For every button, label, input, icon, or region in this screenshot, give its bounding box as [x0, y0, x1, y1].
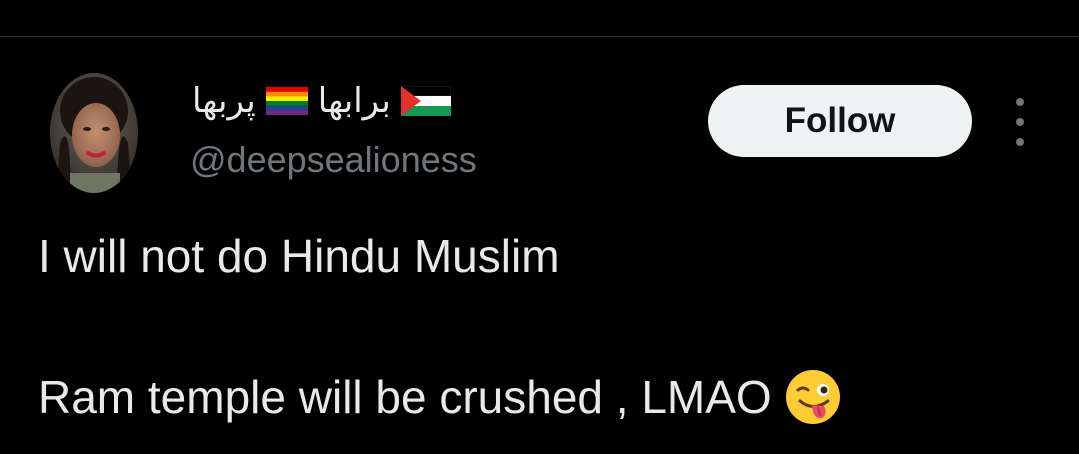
palestine-flag-icon	[400, 86, 451, 116]
more-vertical-icon[interactable]	[1003, 98, 1037, 146]
display-name-part-1: پربھا	[192, 81, 256, 121]
more-dot	[1016, 98, 1024, 106]
more-dot	[1016, 138, 1024, 146]
more-dot	[1016, 118, 1024, 126]
tweet-text-line-2: Ram temple will be crushed , LMAO	[38, 371, 772, 423]
user-handle[interactable]: @deepsealioness	[190, 138, 477, 182]
display-name[interactable]: پربھا برابھا	[192, 78, 512, 124]
avatar[interactable]	[50, 73, 138, 193]
winking-face-with-tongue-icon	[785, 370, 840, 424]
rainbow-flag-icon	[265, 87, 308, 115]
top-divider	[0, 36, 1079, 37]
follow-button[interactable]: Follow	[708, 85, 972, 157]
tweet-text-line-1: I will not do Hindu Muslim	[38, 230, 560, 282]
tweet-text-line-2-row: Ram temple will be crushed , LMAO	[38, 368, 842, 426]
avatar-photo	[50, 73, 138, 193]
display-name-part-2: برابھا	[317, 81, 391, 121]
